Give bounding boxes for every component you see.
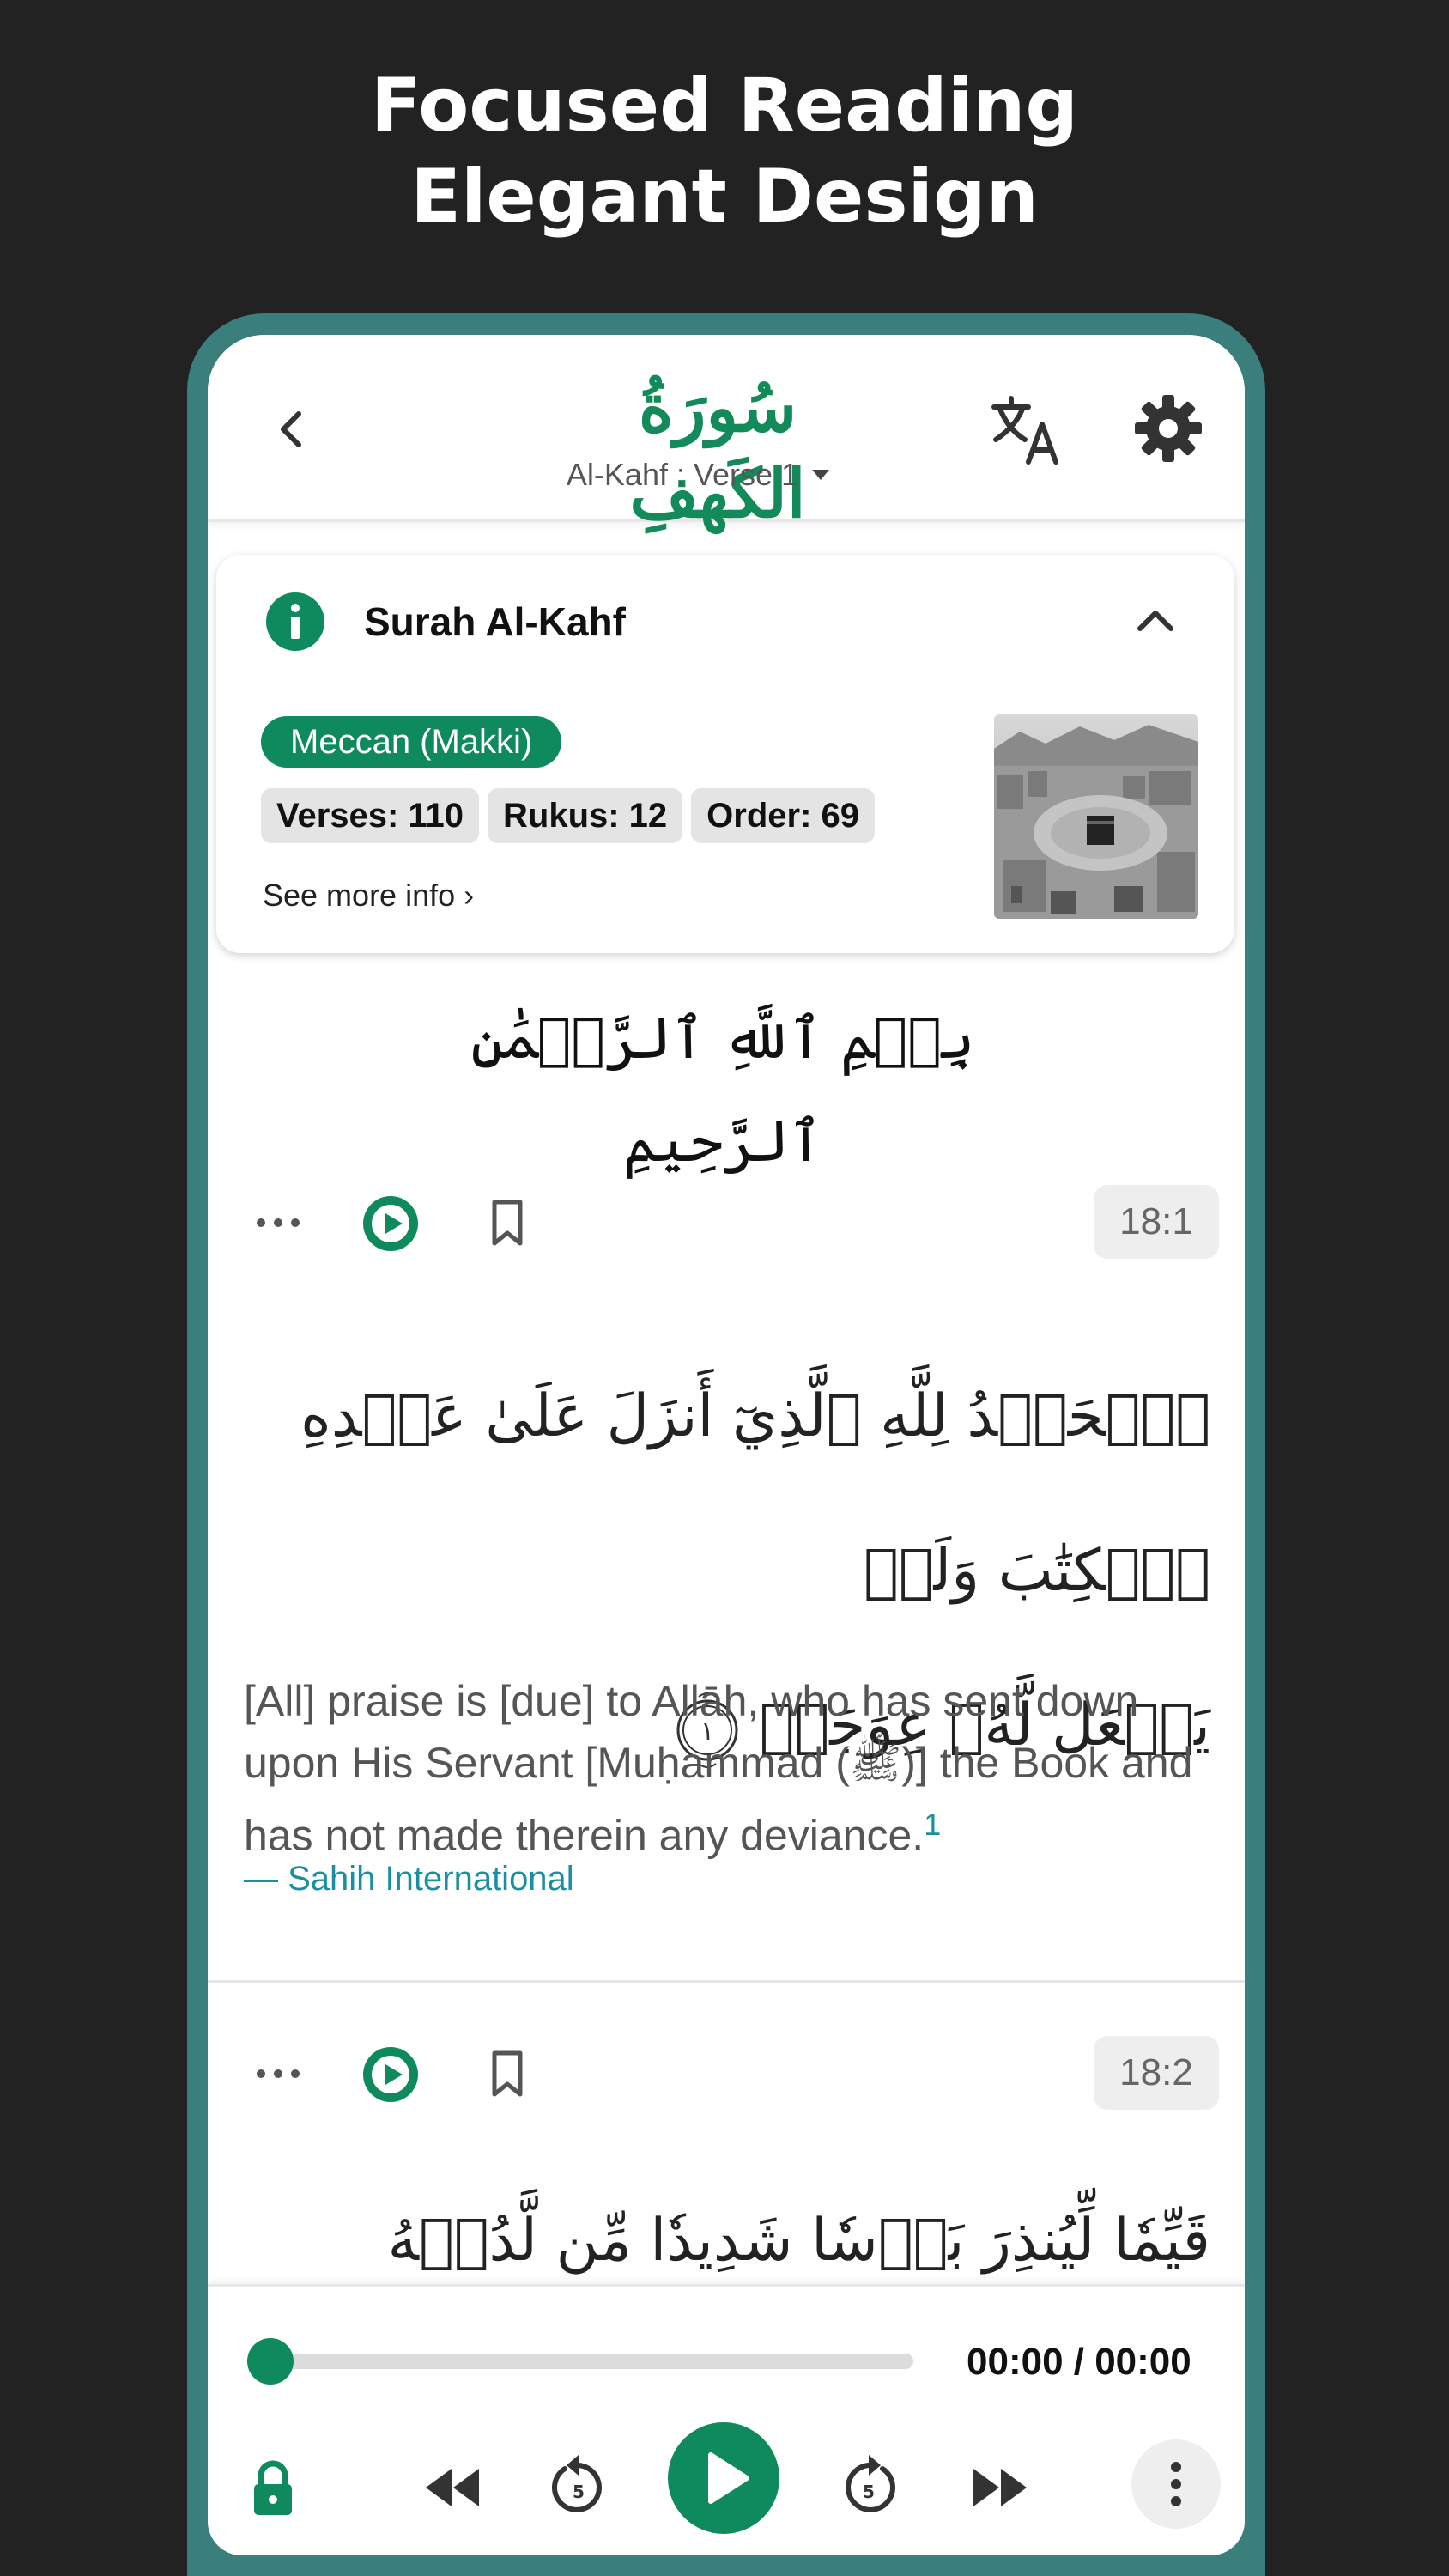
verse-selector[interactable]: Al-Kahf : Verse 1 [527, 453, 870, 496]
verse-actions-18-1: 18:1 [208, 1185, 1245, 1262]
caret-down-icon [812, 470, 830, 480]
forward-5-button[interactable]: 5 [838, 2450, 900, 2518]
surah-info-card: Surah Al-Kahf Meccan (Makki) Verses: 110… [216, 555, 1234, 953]
arabic-line-1: ٱلۡحَمۡدُ لِلَّهِ ٱلَّذِيٓ أَنزَلَ عَلَى… [300, 1382, 1210, 1605]
play-verse-button[interactable] [362, 1195, 419, 1252]
lock-icon [254, 2460, 292, 2515]
forward-seconds-label: 5 [863, 2482, 875, 2502]
fast-forward-icon [973, 2469, 1027, 2506]
verse-more-button[interactable] [252, 2057, 304, 2091]
more-horizontal-icon [257, 2069, 300, 2078]
app-screen: سُورَةُ الكَهفِ Al-Kahf : Verse 1 Surah … [208, 335, 1245, 2555]
seek-bar[interactable] [259, 2354, 913, 2369]
verse-key-badge[interactable]: 18:1 [1094, 1185, 1219, 1259]
promo-headline: Focused Reading Elegant Design [0, 60, 1449, 242]
play-circle-icon [363, 1196, 418, 1251]
app-bar: سُورَةُ الكَهفِ Al-Kahf : Verse 1 [208, 335, 1245, 533]
settings-button[interactable] [1131, 392, 1205, 465]
see-more-info-link[interactable]: See more info › [263, 878, 474, 914]
verse-translation-18-1: [All] praise is [due] to Allāh, who has … [244, 1670, 1205, 1867]
play-circle-icon [363, 2047, 418, 2102]
rewind-seconds-label: 5 [573, 2482, 585, 2502]
next-verse-button[interactable] [970, 2462, 1030, 2513]
bookmark-button[interactable] [484, 2048, 530, 2099]
surah-stats: Verses: 110 Rukus: 12 Order: 69 [261, 788, 876, 843]
translation-text: [All] praise is [due] to Allāh, who has … [244, 1677, 1193, 1860]
chevron-left-icon [281, 411, 301, 447]
forward-5-icon: 5 [846, 2455, 895, 2512]
bookmark-button[interactable] [484, 1197, 530, 1249]
verse-more-button[interactable] [252, 1206, 304, 1240]
lock-button[interactable] [247, 2458, 299, 2518]
revelation-badge: Meccan (Makki) [261, 716, 562, 768]
play-icon [708, 2452, 749, 2504]
footnote-link[interactable]: 1 [924, 1807, 941, 1842]
verses-count-chip: Verses: 110 [261, 788, 479, 843]
verse-key-badge[interactable]: 18:2 [1094, 2036, 1219, 2110]
order-chip: Order: 69 [691, 788, 876, 843]
gear-icon [1135, 395, 1202, 462]
translate-icon [991, 396, 1058, 465]
rewind-5-button[interactable]: 5 [548, 2450, 609, 2518]
player-more-button[interactable] [1131, 2439, 1221, 2529]
bookmark-icon [492, 1200, 523, 1246]
bookmark-icon [492, 2050, 523, 2097]
bismillah: بِسۡمِ ٱللَّهِ ٱلرَّحۡمَٰنِ ٱلرَّحِيمِ [470, 1005, 975, 1175]
translate-button[interactable] [987, 392, 1064, 469]
back-button[interactable] [266, 404, 318, 455]
verse-actions-18-2: 18:2 [208, 2036, 1245, 2113]
info-icon [264, 591, 326, 653]
replay-5-icon: 5 [552, 2455, 602, 2512]
play-verse-button[interactable] [362, 2046, 419, 2103]
translator-name[interactable]: — Sahih International [244, 1860, 574, 1899]
collapse-info-button[interactable] [1130, 594, 1181, 646]
promo-line-1: Focused Reading [371, 63, 1078, 149]
time-readout: 00:00 / 00:00 [967, 2341, 1191, 2383]
surah-name-calligraphy: سُورَةُ الكَهفِ [629, 369, 806, 533]
more-horizontal-icon [257, 1218, 300, 1227]
verse-divider [208, 1980, 1245, 1983]
fast-rewind-icon [426, 2469, 479, 2506]
verse-selector-label: Al-Kahf : Verse 1 [566, 457, 799, 492]
chevron-up-icon [1137, 611, 1173, 631]
seek-thumb[interactable] [247, 2338, 294, 2385]
play-button[interactable] [668, 2422, 779, 2534]
more-vertical-icon [1171, 2462, 1181, 2506]
info-card-title: Surah Al-Kahf [364, 599, 626, 644]
kaaba-photo [994, 714, 1198, 919]
promo-line-2: Elegant Design [410, 154, 1039, 240]
previous-verse-button[interactable] [422, 2462, 482, 2513]
audio-player: 00:00 / 00:00 5 5 [208, 2284, 1245, 2555]
rukus-count-chip: Rukus: 12 [488, 788, 683, 843]
